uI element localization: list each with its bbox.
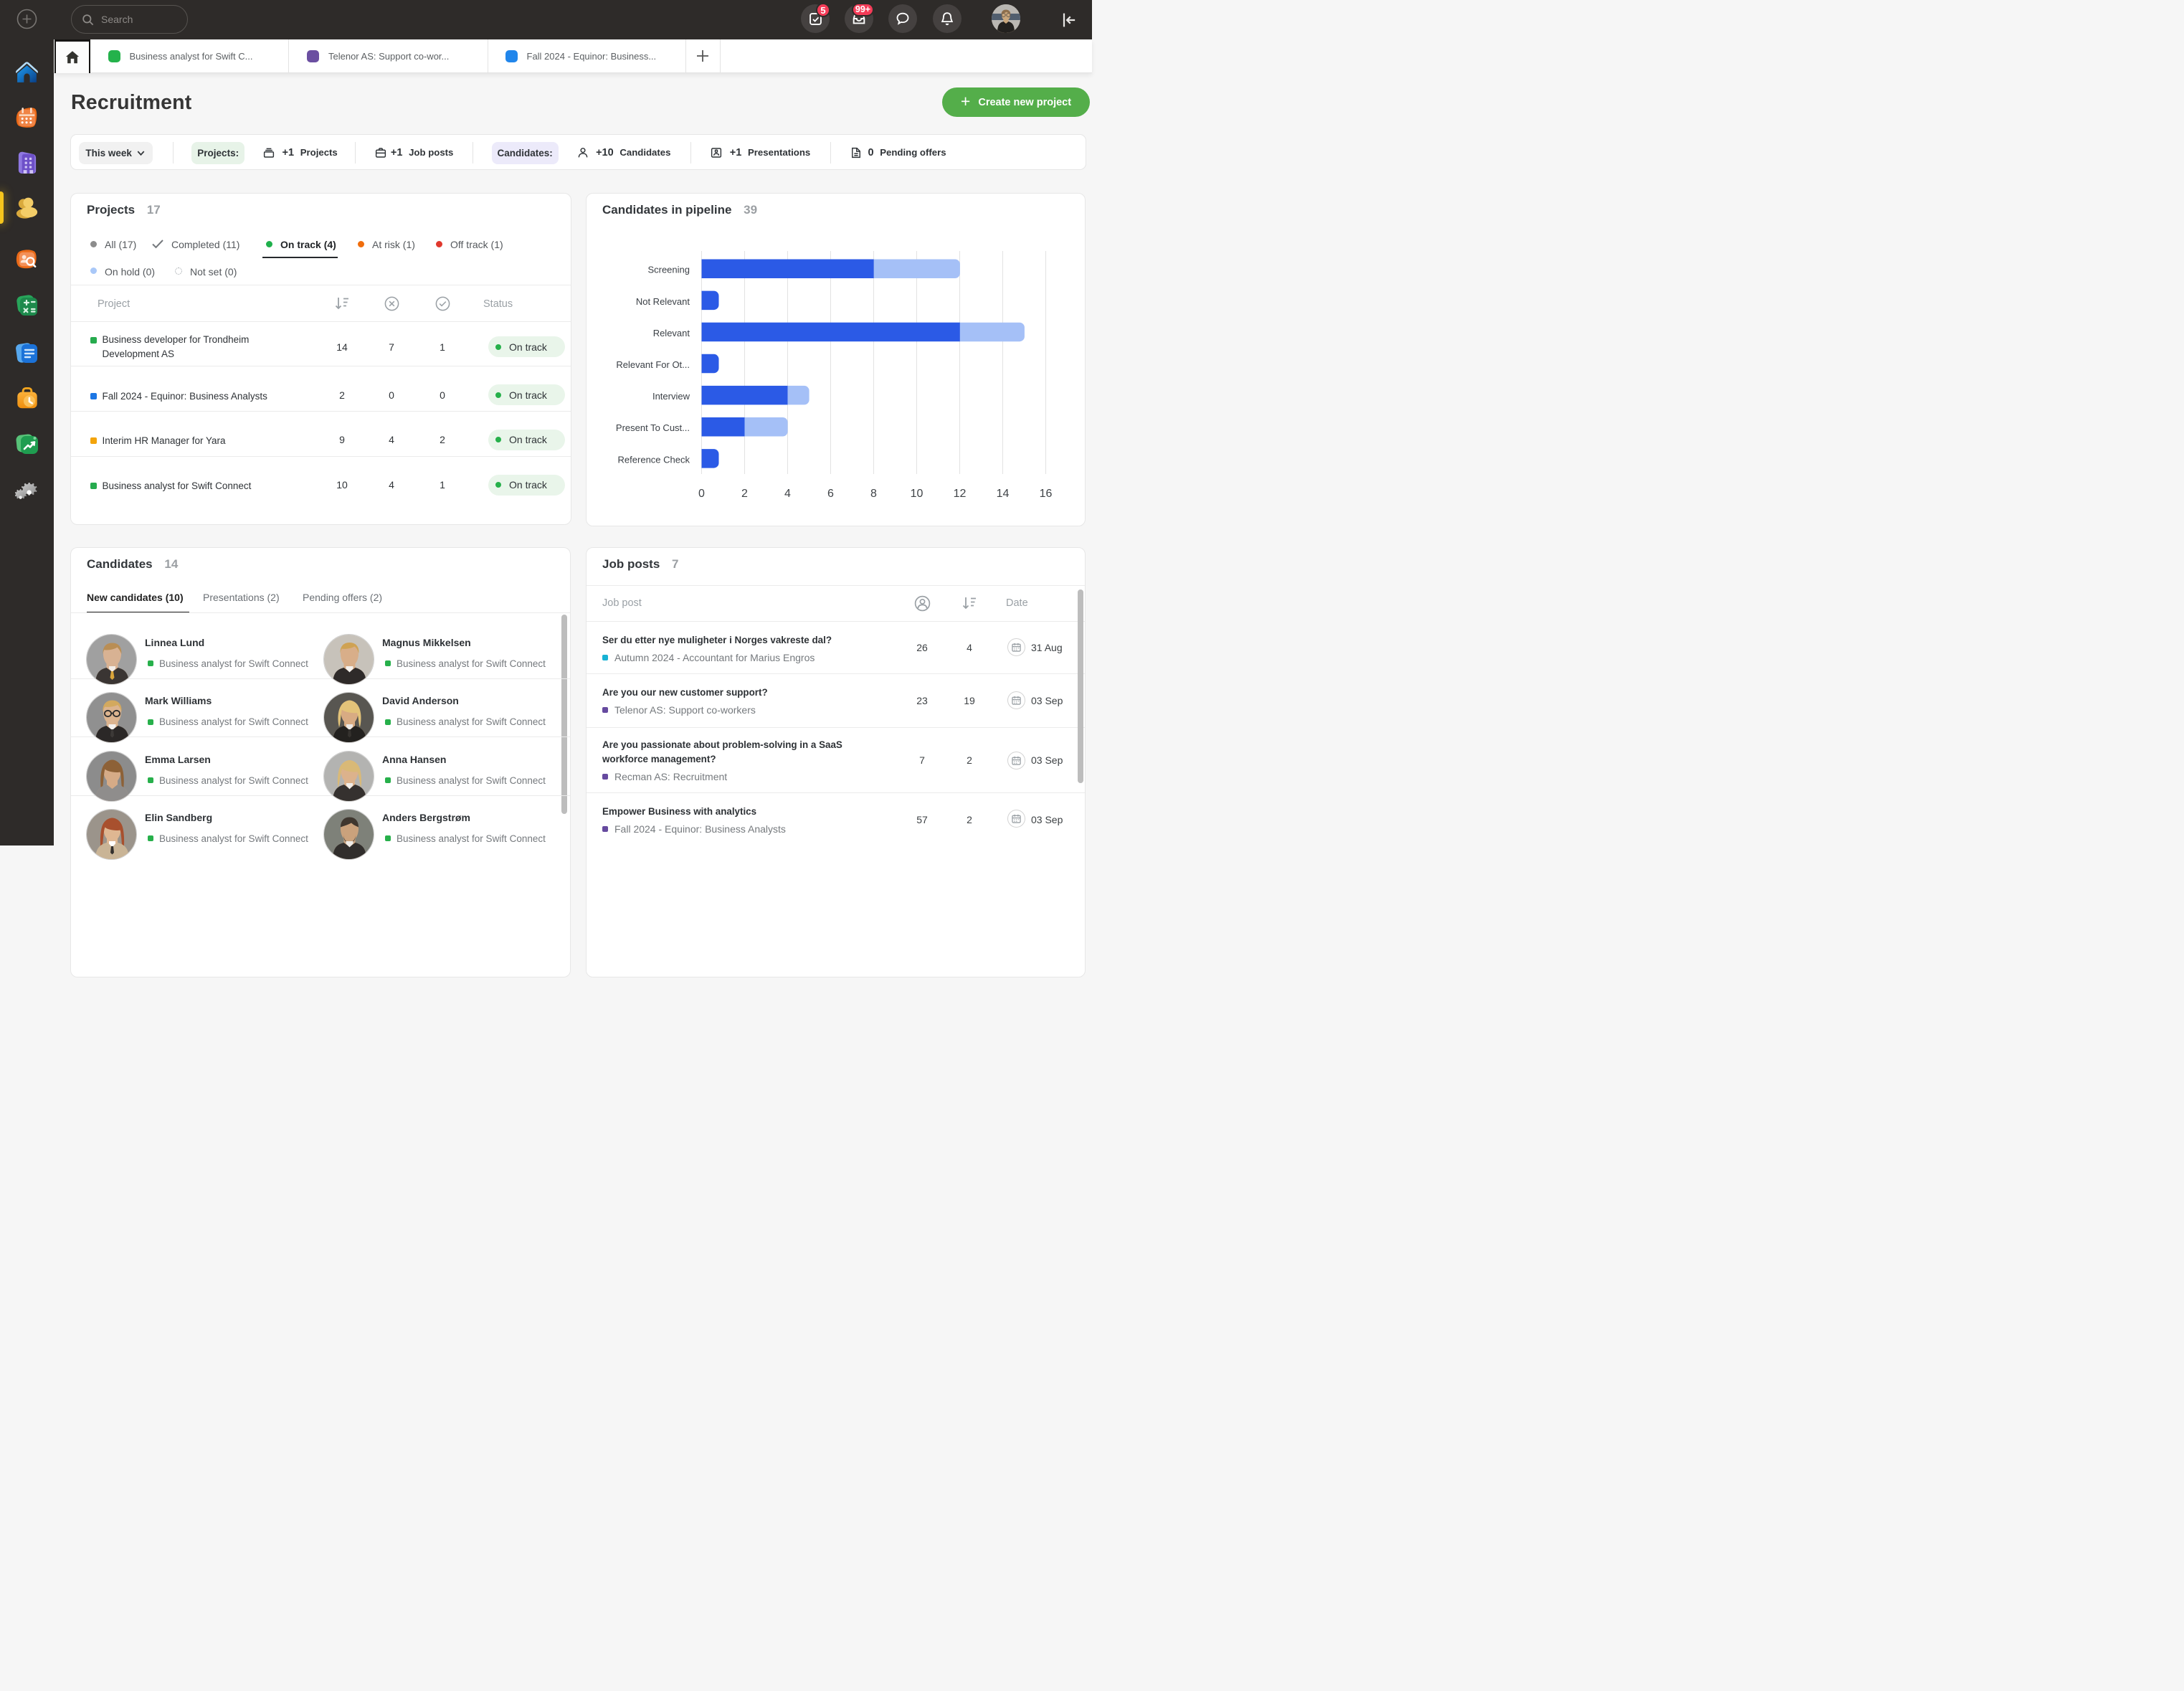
svg-text:6: 6 — [827, 488, 834, 500]
svg-text:0: 0 — [698, 488, 705, 500]
svg-text:12: 12 — [954, 488, 967, 500]
svg-text:Not Relevant: Not Relevant — [636, 296, 690, 307]
svg-text:10: 10 — [911, 488, 924, 500]
svg-text:4: 4 — [784, 488, 791, 500]
svg-text:14: 14 — [997, 488, 1010, 500]
svg-text:Present To Cust...: Present To Cust... — [616, 422, 690, 433]
svg-text:Relevant: Relevant — [653, 328, 690, 338]
svg-text:Relevant For Ot...: Relevant For Ot... — [616, 359, 690, 370]
svg-text:16: 16 — [1040, 488, 1053, 500]
svg-text:2: 2 — [741, 488, 748, 500]
svg-text:Reference Check: Reference Check — [618, 454, 690, 465]
svg-text:Interview: Interview — [652, 391, 690, 402]
svg-text:Screening: Screening — [647, 265, 690, 275]
svg-text:8: 8 — [870, 488, 877, 500]
